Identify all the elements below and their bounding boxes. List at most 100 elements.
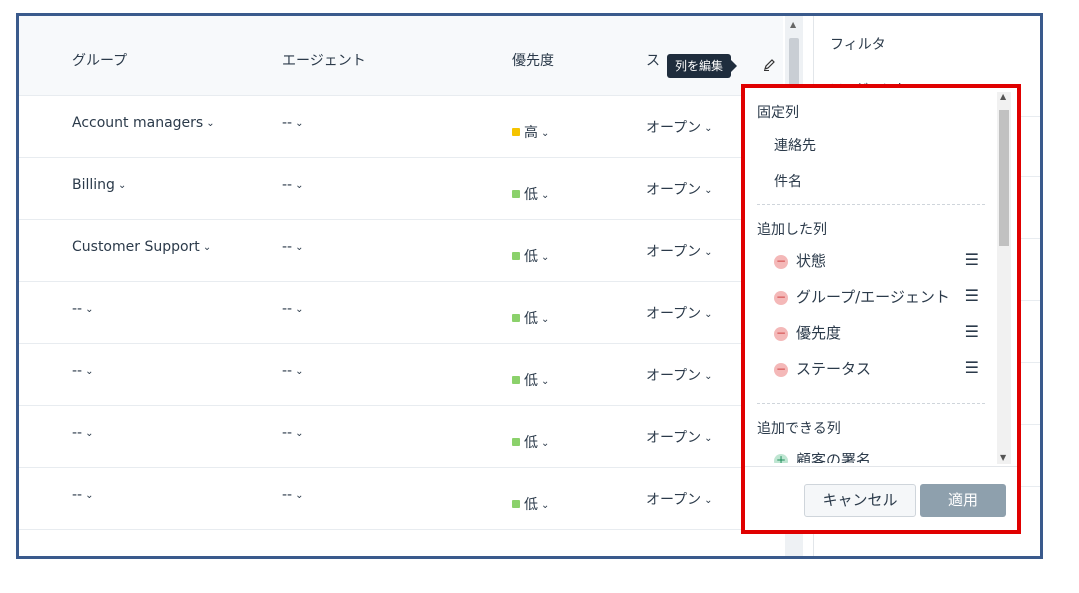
added-column-label: ステータス	[796, 360, 872, 378]
drag-handle-icon[interactable]: ☰	[965, 322, 979, 341]
group-dropdown[interactable]: -- ⌄	[72, 301, 94, 317]
table-row[interactable]: -- ⌄ -- ⌄ 低 ⌄ オープン ⌄	[19, 468, 783, 530]
group-dropdown[interactable]: Customer Support ⌄	[72, 239, 211, 255]
chevron-down-icon[interactable]: ⌄	[704, 433, 712, 444]
edit-columns-tooltip: 列を編集	[667, 54, 738, 78]
chevron-down-icon[interactable]: ⌄	[295, 180, 303, 191]
priority-dropdown-text: 低	[524, 373, 538, 389]
chevron-down-icon[interactable]: ⌄	[118, 180, 126, 191]
chevron-down-icon[interactable]: ⌄	[203, 242, 211, 253]
added-column-item[interactable]: − ステータス ☰	[774, 358, 979, 382]
chevron-down-icon[interactable]: ⌄	[295, 118, 303, 129]
cancel-button[interactable]: キャンセル	[804, 484, 916, 517]
status-dropdown-text: オープン	[646, 368, 702, 384]
table-row[interactable]: Account managers ⌄ -- ⌄ 高 ⌄ オープン ⌄	[19, 96, 783, 158]
added-column-item[interactable]: − 状態 ☰	[774, 250, 979, 274]
remove-icon[interactable]: −	[774, 327, 788, 341]
chevron-down-icon[interactable]: ⌄	[704, 309, 712, 320]
chevron-down-icon[interactable]: ⌄	[295, 490, 303, 501]
table-row[interactable]: Billing ⌄ -- ⌄ 低 ⌄ オープン ⌄	[19, 158, 783, 220]
chevron-down-icon[interactable]: ⌄	[295, 242, 303, 253]
priority-dropdown[interactable]: 低 ⌄	[512, 432, 549, 452]
chevron-down-icon[interactable]: ⌄	[85, 490, 93, 501]
priority-indicator	[512, 314, 520, 322]
header-agent[interactable]: エージェント	[282, 50, 366, 70]
agent-dropdown[interactable]: -- ⌄	[282, 363, 304, 379]
pencil-icon[interactable]	[759, 58, 779, 78]
chevron-down-icon[interactable]: ⌄	[85, 428, 93, 439]
chevron-down-icon[interactable]: ⌄	[704, 185, 712, 196]
chevron-down-icon[interactable]: ⌄	[85, 366, 93, 377]
table-row[interactable]: -- ⌄ -- ⌄ 低 ⌄ オープン ⌄	[19, 282, 783, 344]
group-dropdown[interactable]: Billing ⌄	[72, 177, 126, 193]
table-row[interactable]: Customer Support ⌄ -- ⌄ 低 ⌄ オープン ⌄	[19, 220, 783, 282]
scroll-up-arrow-icon[interactable]: ▲	[1000, 92, 1006, 101]
scroll-down-arrow-icon[interactable]: ▼	[1000, 453, 1006, 462]
group-dropdown[interactable]: Account managers ⌄	[72, 115, 215, 131]
status-dropdown[interactable]: オープン ⌄	[646, 303, 713, 323]
drag-handle-icon[interactable]: ☰	[965, 286, 979, 305]
agent-dropdown[interactable]: -- ⌄	[282, 301, 304, 317]
chevron-down-icon[interactable]: ⌄	[704, 123, 712, 134]
chevron-down-icon[interactable]: ⌄	[704, 495, 712, 506]
agent-dropdown[interactable]: -- ⌄	[282, 425, 304, 441]
add-icon[interactable]: +	[774, 454, 788, 463]
remove-icon[interactable]: −	[774, 255, 788, 269]
group-dropdown[interactable]: -- ⌄	[72, 487, 94, 503]
added-column-label: 優先度	[796, 324, 842, 342]
header-group[interactable]: グループ	[72, 50, 127, 70]
header-priority[interactable]: 優先度	[512, 50, 554, 70]
drag-handle-icon[interactable]: ☰	[965, 250, 979, 269]
chevron-down-icon[interactable]: ⌄	[541, 314, 549, 325]
chevron-down-icon[interactable]: ⌄	[206, 118, 214, 129]
status-dropdown[interactable]: オープン ⌄	[646, 365, 713, 385]
header-status[interactable]: ス	[646, 50, 660, 70]
available-column-item[interactable]: + 顧客の署名	[774, 449, 979, 463]
status-dropdown[interactable]: オープン ⌄	[646, 179, 713, 199]
remove-icon[interactable]: −	[774, 363, 788, 377]
added-column-item[interactable]: − グループ/エージェント ☰	[774, 286, 979, 310]
column-list-scrollbar-thumb[interactable]	[999, 110, 1009, 246]
table-row[interactable]: -- ⌄ -- ⌄ 低 ⌄ オープン ⌄	[19, 406, 783, 468]
drag-handle-icon[interactable]: ☰	[965, 358, 979, 377]
remove-icon[interactable]: −	[774, 291, 788, 305]
status-dropdown[interactable]: オープン ⌄	[646, 241, 713, 261]
table-row[interactable]: -- ⌄ -- ⌄ 低 ⌄ オープン ⌄	[19, 344, 783, 406]
status-dropdown[interactable]: オープン ⌄	[646, 427, 713, 447]
chevron-down-icon[interactable]: ⌄	[541, 438, 549, 449]
section-divider	[757, 403, 985, 404]
filter-title: フィルタ	[830, 37, 886, 53]
scroll-up-arrow-icon[interactable]: ▲	[790, 20, 796, 29]
chevron-down-icon[interactable]: ⌄	[541, 500, 549, 511]
priority-indicator	[512, 190, 520, 198]
chevron-down-icon[interactable]: ⌄	[541, 252, 549, 263]
agent-dropdown[interactable]: -- ⌄	[282, 239, 304, 255]
chevron-down-icon[interactable]: ⌄	[541, 190, 549, 201]
chevron-down-icon[interactable]: ⌄	[85, 304, 93, 315]
group-dropdown[interactable]: -- ⌄	[72, 425, 94, 441]
chevron-down-icon[interactable]: ⌄	[704, 247, 712, 258]
group-dropdown[interactable]: -- ⌄	[72, 363, 94, 379]
chevron-down-icon[interactable]: ⌄	[704, 371, 712, 382]
agent-dropdown-text: --	[282, 177, 293, 193]
column-list-scrollbar[interactable]: ▲ ▼	[997, 92, 1011, 464]
priority-indicator	[512, 438, 520, 446]
chevron-down-icon[interactable]: ⌄	[541, 128, 549, 139]
status-dropdown[interactable]: オープン ⌄	[646, 489, 713, 509]
chevron-down-icon[interactable]: ⌄	[541, 376, 549, 387]
priority-dropdown[interactable]: 低 ⌄	[512, 370, 549, 390]
priority-dropdown[interactable]: 低 ⌄	[512, 184, 549, 204]
apply-button[interactable]: 適用	[920, 484, 1006, 517]
agent-dropdown[interactable]: -- ⌄	[282, 115, 304, 131]
status-dropdown[interactable]: オープン ⌄	[646, 117, 713, 137]
chevron-down-icon[interactable]: ⌄	[295, 304, 303, 315]
chevron-down-icon[interactable]: ⌄	[295, 428, 303, 439]
chevron-down-icon[interactable]: ⌄	[295, 366, 303, 377]
priority-dropdown[interactable]: 低 ⌄	[512, 308, 549, 328]
priority-dropdown[interactable]: 高 ⌄	[512, 122, 549, 142]
added-column-item[interactable]: − 優先度 ☰	[774, 322, 979, 346]
priority-dropdown[interactable]: 低 ⌄	[512, 246, 549, 266]
priority-dropdown[interactable]: 低 ⌄	[512, 494, 549, 514]
agent-dropdown[interactable]: -- ⌄	[282, 177, 304, 193]
agent-dropdown[interactable]: -- ⌄	[282, 487, 304, 503]
